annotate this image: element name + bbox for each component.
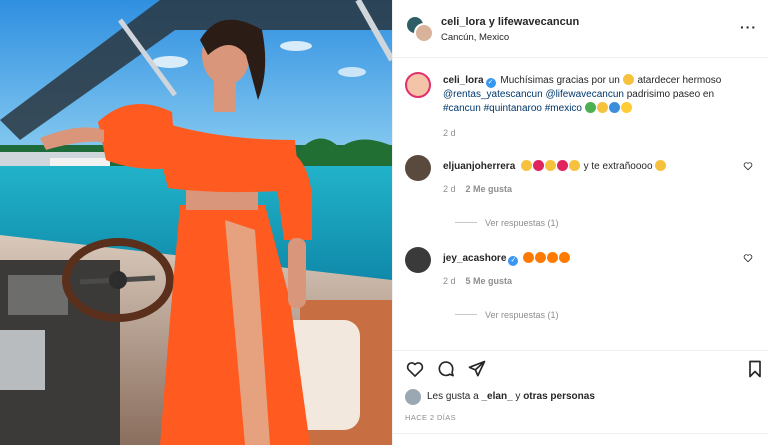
comment-likes[interactable]: 2 Me gusta xyxy=(466,184,513,194)
avatar[interactable] xyxy=(414,23,434,43)
mention-link[interactable]: @rentas_yatescancun xyxy=(443,89,543,100)
share-icon[interactable] xyxy=(467,359,487,379)
replies-divider xyxy=(455,314,477,315)
mention-link[interactable]: @lifewavecancun xyxy=(545,89,624,100)
heart-eyes-emoji-icon xyxy=(520,160,532,171)
fire-emoji-icon xyxy=(547,252,559,263)
comment-text: eljuanjoherrera y te extrañoooo xyxy=(443,160,743,174)
hashtag-links[interactable]: #cancun #quintanaroo #mexico xyxy=(443,103,582,114)
fire-emoji-icon xyxy=(535,252,547,263)
post-photo[interactable] xyxy=(0,0,392,445)
likes-user[interactable]: _elan_ xyxy=(482,391,513,402)
comment-time[interactable]: 2 d xyxy=(443,184,456,194)
likes-text: Les gusta a _elan_ y otras personas xyxy=(427,391,595,402)
comment-likes[interactable]: 5 Me gusta xyxy=(466,276,513,286)
avatar[interactable] xyxy=(405,155,431,181)
caption-text-part: padrisimo paseo en xyxy=(626,89,715,100)
avatar[interactable] xyxy=(405,389,421,405)
wave-emoji-icon xyxy=(608,102,620,113)
collab-avatars[interactable] xyxy=(405,15,435,43)
comment-username[interactable]: eljuanjoherrera xyxy=(443,161,515,172)
comment-item: eljuanjoherrera y te extrañoooo 2 d 2 Me … xyxy=(405,155,757,235)
more-icon[interactable]: ··· xyxy=(740,19,757,35)
comments-scroll-area[interactable]: celi_lora ✓ Muchísimas gracias por un ata… xyxy=(393,58,768,350)
post-location[interactable]: Cancún, Mexico xyxy=(441,32,509,43)
photo-illustration xyxy=(0,0,392,445)
comment-icon[interactable] xyxy=(436,359,456,379)
comment-item: jey_acashore ✓ 2 d 5 Me gusta Ver respuest… xyxy=(405,247,757,327)
comment-text: jey_acashore ✓ xyxy=(443,252,743,266)
fire-emoji-icon xyxy=(523,252,535,263)
palm-emoji-icon xyxy=(584,102,596,113)
likes-others[interactable]: otras personas xyxy=(523,391,595,402)
verified-icon: ✓ xyxy=(508,256,519,266)
add-comment-area[interactable] xyxy=(393,433,768,445)
post-header: celi_lora y lifewavecancun Cancún, Mexic… xyxy=(393,0,768,58)
fire-emoji-icon xyxy=(559,252,571,263)
view-replies-button[interactable]: Ver respuestas (1) xyxy=(455,218,559,228)
heart-eyes-emoji-icon xyxy=(544,160,556,171)
avatar[interactable] xyxy=(405,72,431,98)
view-replies-button[interactable]: Ver respuestas (1) xyxy=(455,310,559,320)
comment-username[interactable]: jey_acashore xyxy=(443,253,506,264)
caption-text-part: atardecer hermoso xyxy=(637,75,722,86)
heart-icon[interactable] xyxy=(405,359,425,379)
post-detail-panel: celi_lora y lifewavecancun Cancún, Mexic… xyxy=(392,0,768,445)
instagram-post-window: celi_lora y lifewavecancun Cancún, Mexic… xyxy=(0,0,768,445)
red-heart-emoji-icon xyxy=(556,160,568,171)
caption-username[interactable]: celi_lora xyxy=(443,75,484,86)
caption-text: celi_lora ✓ Muchísimas gracias por un ata… xyxy=(443,74,743,116)
post-actions: Les gusta a _elan_ y otras personas HACE… xyxy=(393,350,768,445)
replies-divider xyxy=(455,222,477,223)
likes-prefix: Les gusta a xyxy=(427,391,479,402)
avatar[interactable] xyxy=(405,247,431,273)
like-comment-heart-icon[interactable] xyxy=(743,161,753,171)
post-authors[interactable]: celi_lora y lifewavecancun xyxy=(441,16,579,28)
comment-body: y te extrañoooo xyxy=(583,161,653,172)
laugh-emoji-icon xyxy=(655,160,667,171)
smile-emoji-icon xyxy=(596,102,608,113)
heart-eyes-emoji-icon xyxy=(568,160,580,171)
red-heart-emoji-icon xyxy=(532,160,544,171)
comment-meta: 2 d 2 Me gusta xyxy=(443,184,512,194)
sun-emoji-icon xyxy=(620,102,632,113)
view-replies-label[interactable]: Ver respuestas (1) xyxy=(485,218,559,228)
caption-time[interactable]: 2 d xyxy=(443,128,456,138)
bookmark-icon[interactable] xyxy=(745,359,765,379)
caption: celi_lora ✓ Muchísimas gracias por un ata… xyxy=(405,72,757,142)
caption-text-part: Muchísimas gracias por un xyxy=(500,75,620,86)
comment-meta: 2 d 5 Me gusta xyxy=(443,276,512,286)
verified-icon: ✓ xyxy=(485,78,496,88)
view-replies-label[interactable]: Ver respuestas (1) xyxy=(485,310,559,320)
likes-conj: y xyxy=(515,391,521,402)
sunset-emoji-icon xyxy=(622,74,634,85)
like-comment-heart-icon[interactable] xyxy=(743,253,753,263)
post-timestamp[interactable]: HACE 2 DÍAS xyxy=(405,413,456,422)
comment-time[interactable]: 2 d xyxy=(443,276,456,286)
